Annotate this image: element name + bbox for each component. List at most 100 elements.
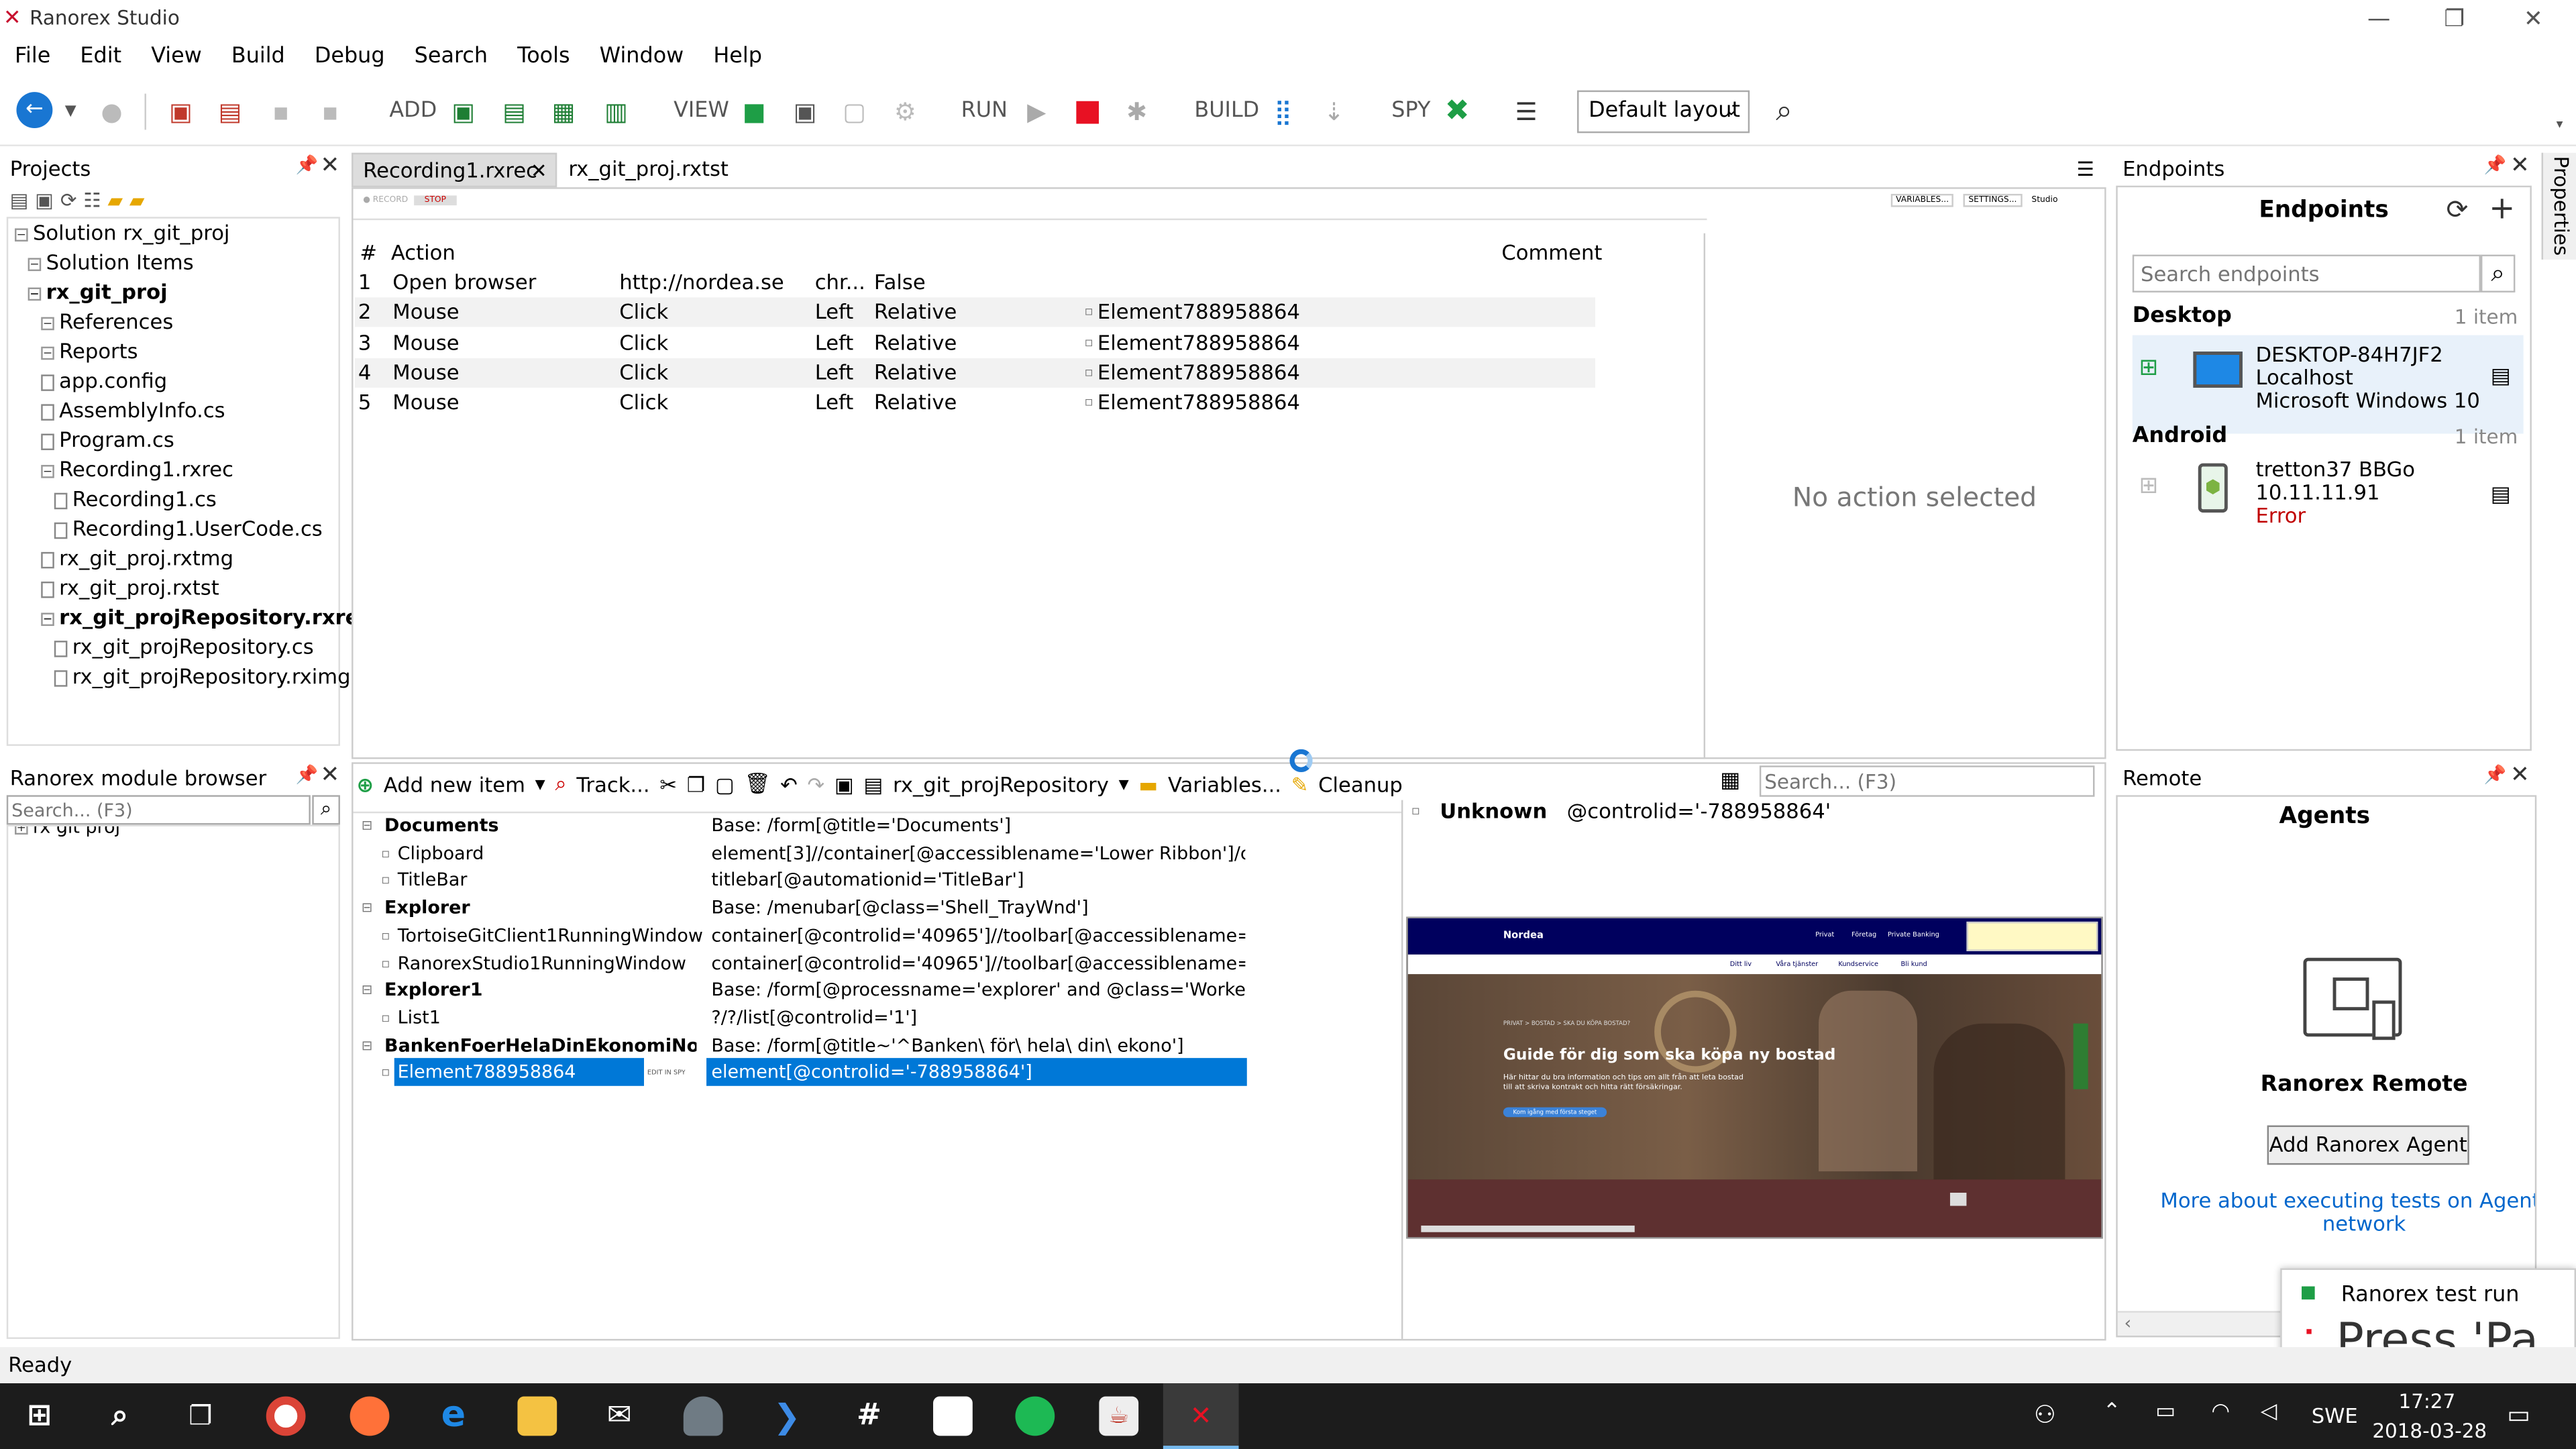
forward-icon[interactable]: ● [95, 95, 128, 128]
action-row[interactable]: 1 Open browser http://nordea.se chr... False [355, 268, 1595, 297]
close-icon[interactable]: ✕ [2510, 762, 2530, 788]
paste-icon[interactable]: ▢ [715, 771, 735, 796]
pin-icon[interactable]: 📌 [2484, 764, 2507, 786]
spotify-icon[interactable] [1015, 1396, 1055, 1436]
module-search-input[interactable] [6, 795, 311, 825]
open-solution-icon[interactable]: ▤ [213, 95, 246, 128]
stop-icon[interactable]: ■ [1071, 95, 1104, 128]
folder-icon[interactable]: ▤ [10, 189, 29, 212]
action-row[interactable]: 5 Mouse Click Left Relative Element788958864 ▫ [354, 388, 1595, 418]
notifications-icon[interactable]: ▭ [2507, 1400, 2530, 1430]
project-tree-item[interactable]: app.config [41, 368, 167, 392]
add-icon[interactable]: + [2489, 191, 2515, 227]
grid-view-icon[interactable]: ▦ [1720, 769, 1740, 794]
delete-icon[interactable]: 🗑 [745, 771, 771, 797]
pin-icon[interactable]: 📌 [296, 764, 319, 786]
view-repo-icon[interactable]: ▢ [838, 95, 871, 128]
slack-icon[interactable]: # [849, 1397, 889, 1436]
file-explorer-icon[interactable] [517, 1396, 557, 1436]
new-solution-icon[interactable]: ▣ [164, 95, 197, 128]
chevron-down-icon[interactable]: ▼ [535, 776, 545, 791]
add-code-module-icon[interactable]: ▤ [498, 95, 531, 128]
close-window-button[interactable]: ✕ [2500, 3, 2566, 36]
screenshot-icon[interactable]: ▣ [835, 771, 854, 796]
wifi-icon[interactable]: ◠ [2211, 1400, 2230, 1425]
chevron-left-icon[interactable]: ‹ [2125, 1313, 2132, 1334]
add-folder-icon[interactable]: ▰ [107, 189, 123, 212]
repository-select[interactable]: rx_git_projRepository [893, 771, 1109, 796]
agent-app-icon[interactable] [683, 1396, 723, 1436]
chevron-up-icon[interactable]: ⌃ [2103, 1400, 2121, 1425]
layout-select[interactable]: Default layout ⌄ [1577, 90, 1750, 133]
tab-recording1[interactable]: Recording1.rxrec ✕ [352, 152, 557, 188]
mail-icon[interactable]: ✉ [600, 1397, 639, 1436]
project-tree-item[interactable]: − Solution Items [28, 250, 194, 274]
project-tree-item[interactable]: rx_git_proj.rxtmg [41, 545, 233, 570]
open-folder-icon[interactable]: ▰ [129, 189, 145, 212]
project-tree-item[interactable]: rx_git_projRepository.cs [54, 634, 314, 659]
repository-row[interactable]: ⊟ Explorer Base: /menubar[@class='Shell_Tr… [355, 894, 1400, 922]
endpoint-android[interactable]: ⊞ ⬢ tretton37 BBGo 10.11.11.91 Error ▤ [2133, 450, 2524, 565]
run-icon[interactable]: ▶ [1020, 95, 1053, 128]
firefox-icon[interactable] [350, 1396, 390, 1436]
repository-row[interactable]: ⊟ BankenFoerHelaDinEkonomiNor... Base: /fo… [355, 1031, 1400, 1059]
search-icon[interactable]: ⌕ [312, 795, 340, 825]
repository-row[interactable]: ▫ TortoiseGitClient1RunningWindow containe… [355, 921, 1400, 949]
search-icon[interactable]: ⌕ [2480, 254, 2516, 292]
copy-icon[interactable]: ❐ [687, 771, 705, 796]
project-tree-item[interactable]: − References [41, 309, 173, 333]
cleanup-icon[interactable]: ✎ [1291, 771, 1309, 796]
add-recording-icon[interactable]: ▣ [447, 95, 480, 128]
tree-icon[interactable]: ☷ [83, 189, 101, 212]
tab-rx-git-proj-rxtst[interactable]: rx_git_proj.rxtst [562, 153, 729, 187]
search-endpoints-input[interactable] [2132, 254, 2481, 292]
expand-icon[interactable]: − [41, 345, 54, 360]
expand-icon[interactable]: − [28, 257, 42, 270]
refresh-icon[interactable]: ⟳ [2447, 194, 2469, 225]
close-icon[interactable]: ✕ [321, 762, 340, 788]
menu-debug[interactable]: Debug [300, 38, 400, 77]
project-tree-item[interactable]: rx_git_projRepository.rximg [54, 663, 351, 688]
stop-recording-button[interactable]: STOP [414, 195, 456, 206]
minimize-button[interactable]: — [2346, 3, 2412, 36]
collapse-icon[interactable]: ⊟ [362, 1031, 372, 1059]
expand-icon[interactable]: − [28, 286, 42, 300]
deploy-icon[interactable]: ⇣ [1318, 95, 1350, 128]
add-icon[interactable]: ⊕ [356, 771, 374, 796]
track-icon[interactable]: ⌕ [555, 771, 566, 797]
collapse-icon[interactable]: ⊟ [362, 894, 372, 922]
expand-icon[interactable]: − [15, 227, 28, 241]
endpoint-desktop[interactable]: ⊞ DESKTOP-84H7JF2 Localhost Microsoft Wi… [2132, 335, 2524, 434]
project-tree-item[interactable]: AssemblyInfo.cs [41, 398, 225, 422]
menu-window[interactable]: Window [585, 38, 699, 77]
undo-icon[interactable]: ↶ [780, 771, 798, 796]
project-tree-item[interactable]: − rx_git_projRepository.rxrep [41, 604, 374, 629]
search-icon[interactable]: ⌕ [100, 1397, 140, 1436]
chrome-icon[interactable] [266, 1396, 306, 1436]
language-indicator[interactable]: SWE [2312, 1403, 2358, 1428]
chevron-down-icon[interactable]: ▼ [1119, 776, 1129, 791]
cut-icon[interactable]: ✂ [659, 771, 677, 796]
repository-row[interactable]: ▫ RanorexStudio1RunningWindow container[@c… [355, 949, 1400, 977]
save-all-icon[interactable]: ▪ [314, 95, 347, 128]
repository-row[interactable]: ▫ Clipboard element[3]//container[@accessi… [355, 839, 1400, 867]
collapse-icon[interactable]: ⊟ [362, 812, 372, 840]
variables-icon[interactable]: ▬ [1138, 771, 1158, 796]
variables-button[interactable]: VARIABLES... [1890, 193, 1954, 207]
add-ranorex-agent-button[interactable]: Add Ranorex Agent [2267, 1125, 2469, 1165]
back-icon[interactable]: ← [16, 92, 53, 129]
project-tree-item[interactable]: − Reports [41, 338, 138, 363]
project-tree-item[interactable]: Program.cs [41, 427, 174, 451]
module-item[interactable]: + rx git proj [15, 826, 120, 838]
agents-help-link[interactable]: More about executing tests on Agents in … [2160, 1188, 2534, 1213]
view-folder-icon[interactable]: ■ [738, 95, 771, 128]
expand-icon[interactable]: − [41, 464, 54, 478]
menu-tools[interactable]: Tools [502, 38, 585, 77]
settings-button[interactable]: SETTINGS... [1964, 193, 2022, 207]
view-snapshot-icon[interactable]: ▣ [789, 95, 822, 128]
variables-button[interactable]: Variables... [1168, 771, 1281, 796]
menu-file[interactable]: File [0, 38, 65, 77]
track-button[interactable]: Track... [576, 771, 649, 796]
edit-in-spy-button[interactable]: EDIT IN SPY [647, 1059, 686, 1087]
repository-row[interactable]: ▫ TitleBar titlebar[@automationid='TitleBa… [355, 867, 1400, 895]
